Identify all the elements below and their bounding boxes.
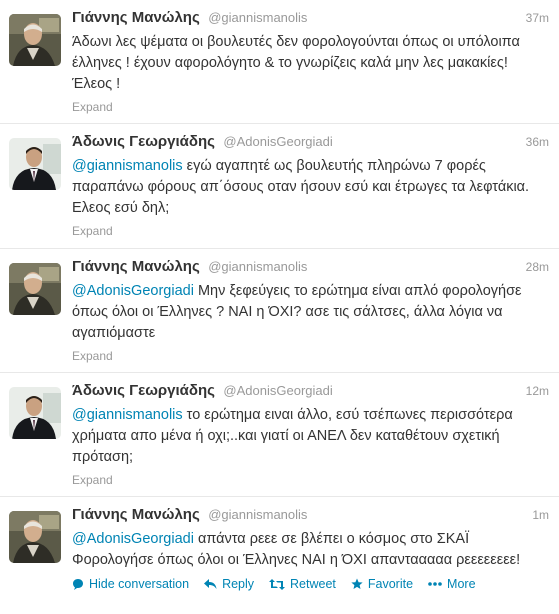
tweet-fullname[interactable]: Γιάννης Μανώλης — [72, 506, 200, 523]
avatar-manolis[interactable] — [9, 511, 61, 563]
expand-link[interactable]: Expand — [72, 100, 549, 114]
mention-link[interactable]: @giannismanolis — [72, 407, 183, 423]
more-label: More — [447, 577, 476, 591]
ellipsis-icon — [428, 582, 442, 586]
avatar-manolis[interactable] — [9, 263, 61, 315]
more-button[interactable]: More — [428, 577, 476, 591]
tweet-username[interactable]: @giannismanolis — [208, 259, 307, 274]
retweet-label: Retweet — [290, 577, 336, 591]
reply-button[interactable]: Reply — [204, 577, 254, 591]
tweet-username[interactable]: @AdonisGeorgiadi — [223, 383, 332, 398]
tweet-timestamp[interactable]: 12m — [526, 384, 549, 398]
reply-arrow-icon — [204, 578, 217, 590]
tweet-username[interactable]: @giannismanolis — [208, 10, 307, 25]
favorite-label: Favorite — [367, 577, 414, 591]
tweet[interactable]: Γιάννης Μανώλης @giannismanolis 37m Άδων… — [0, 0, 559, 124]
mention-link[interactable]: @AdonisGeorgiadi — [72, 531, 194, 547]
tweet-timeline: Γιάννης Μανώλης @giannismanolis 37m Άδων… — [0, 0, 559, 614]
expand-link[interactable]: Expand — [72, 349, 549, 363]
tweet-fullname[interactable]: Γιάννης Μανώλης — [72, 258, 200, 275]
avatar-georgiadis[interactable] — [9, 138, 61, 190]
tweet-body: Άδωνι λες ψέματα οι βουλευτές δεν φορολο… — [72, 34, 520, 92]
expand-link[interactable]: Expand — [72, 224, 549, 238]
mention-link[interactable]: @AdonisGeorgiadi — [72, 283, 194, 299]
tweet[interactable]: Άδωνις Γεωργιάδης @AdonisGeorgiadi 12m @… — [0, 373, 559, 497]
reply-label: Reply — [222, 577, 255, 591]
tweet-fullname[interactable]: Άδωνις Γεωργιάδης — [72, 133, 215, 150]
expand-link[interactable]: Expand — [72, 473, 549, 487]
speech-bubble-icon — [72, 578, 84, 590]
retweet-icon — [269, 578, 286, 590]
retweet-button[interactable]: Retweet — [269, 577, 336, 591]
tweet-timestamp[interactable]: 37m — [526, 11, 549, 25]
tweet-fullname[interactable]: Γιάννης Μανώλης — [72, 9, 200, 26]
favorite-button[interactable]: Favorite — [351, 577, 413, 591]
tweet-timestamp[interactable]: 1m — [532, 508, 549, 522]
tweet[interactable]: Γιάννης Μανώλης @giannismanolis 28m @Ado… — [0, 249, 559, 373]
hide-conversation-button[interactable]: Hide conversation — [72, 577, 189, 591]
tweet-text: @giannismanolis εγώ αγαπητέ ως βουλευτής… — [72, 156, 549, 219]
mention-link[interactable]: @giannismanolis — [72, 158, 183, 174]
star-icon — [351, 578, 363, 590]
tweet[interactable]: Άδωνις Γεωργιάδης @AdonisGeorgiadi 36m @… — [0, 124, 559, 249]
tweet-username[interactable]: @giannismanolis — [208, 507, 307, 522]
avatar-georgiadis[interactable] — [9, 387, 61, 439]
tweet-timestamp[interactable]: 28m — [526, 260, 549, 274]
tweet-actions: Hide conversation Reply Retweet Favorite… — [72, 577, 549, 591]
tweet-text: @AdonisGeorgiadi απάντα ρεεε σε βλέπει ο… — [72, 529, 549, 571]
tweet-text: @giannismanolis το ερώτημα ειναι άλλο, ε… — [72, 405, 549, 468]
hide-conversation-label: Hide conversation — [89, 577, 190, 591]
tweet-text: @AdonisGeorgiadi Μην ξεφεύγεις το ερώτημ… — [72, 281, 549, 344]
tweet-expanded[interactable]: Γιάννης Μανώλης @giannismanolis 1m @Adon… — [0, 497, 559, 614]
tweet-timestamp[interactable]: 36m — [526, 135, 549, 149]
tweet-text: Άδωνι λες ψέματα οι βουλευτές δεν φορολο… — [72, 32, 549, 95]
tweet-fullname[interactable]: Άδωνις Γεωργιάδης — [72, 382, 215, 399]
avatar-manolis[interactable] — [9, 14, 61, 66]
tweet-username[interactable]: @AdonisGeorgiadi — [223, 134, 332, 149]
